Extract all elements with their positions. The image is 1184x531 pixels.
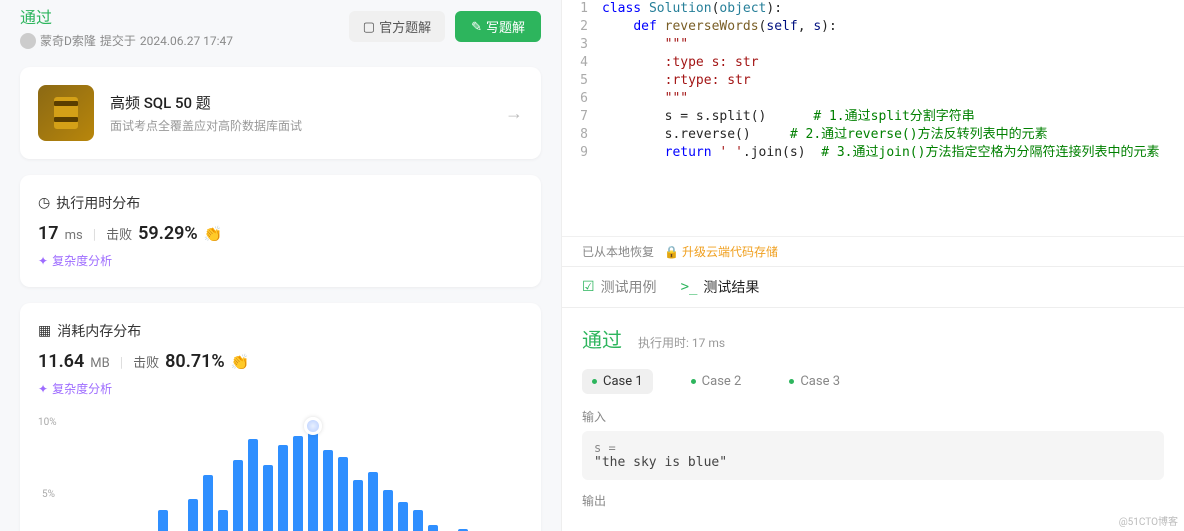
sparkle-icon: ✦ (38, 382, 48, 396)
database-icon (38, 85, 94, 141)
bar (323, 450, 333, 531)
bar (263, 465, 273, 531)
chip-icon: ▦ (38, 323, 51, 339)
tab-testcase[interactable]: ☑ 测试用例 (582, 277, 657, 297)
code-line: 5 :rtype: str (562, 72, 1184, 90)
result-status: 通过 (582, 324, 622, 353)
code-line: 4 :type s: str (562, 54, 1184, 72)
submit-info: 蒙奇D索隆 提交于 2024.06.27 17:47 (20, 32, 233, 49)
complexity-link[interactable]: ✦ 复杂度分析 (38, 252, 523, 269)
code-line: 1class Solution(object): (562, 0, 1184, 18)
code-line: 2 def reverseWords(self, s): (562, 18, 1184, 36)
complexity-link[interactable]: ✦ 复杂度分析 (38, 380, 523, 397)
clap-icon: 👏 (204, 225, 223, 243)
sparkle-icon: ✦ (38, 254, 48, 268)
clap-icon: 👏 (231, 353, 250, 371)
bar (368, 472, 378, 531)
status-dot-icon (789, 379, 794, 384)
bar (188, 499, 198, 531)
bar (338, 457, 348, 531)
memory-card: ▦ 消耗内存分布 11.64 MB | 击败 80.71% 👏 ✦ 复杂度分析 … (20, 303, 541, 531)
code-line: 8 s.reverse() # 2.通过reverse()方法反转列表中的元素 (562, 126, 1184, 144)
status-dot-icon (691, 379, 696, 384)
avatar (20, 33, 36, 49)
result-time: 执行用时: 17 ms (638, 334, 725, 351)
bar (248, 439, 258, 531)
status-dot-icon (592, 379, 597, 384)
code-editor[interactable]: 1class Solution(object):2 def reverseWor… (562, 0, 1184, 236)
tabs-bar: ☑ 测试用例 >_ 测试结果 (562, 266, 1184, 308)
upgrade-link[interactable]: 🔒 升级云端代码存储 (664, 243, 778, 260)
promo-card[interactable]: 高频 SQL 50 题 面试考点全覆盖应对高阶数据库面试 → (20, 67, 541, 159)
input-box: s = "the sky is blue" (582, 431, 1164, 480)
pen-icon: ✎ (471, 19, 482, 35)
clock-icon: ◷ (38, 195, 50, 211)
bar (233, 460, 243, 531)
case-tab[interactable]: Case 3 (779, 369, 850, 394)
bar (293, 436, 303, 531)
official-solution-button[interactable]: ▢ 官方题解 (349, 11, 445, 42)
output-label: 输出 (582, 492, 1164, 509)
code-line: 6 """ (562, 90, 1184, 108)
distribution-chart: 10% 5% 0% (38, 417, 523, 531)
restore-bar: 已从本地恢复 🔒 升级云端代码存储 (562, 236, 1184, 266)
bar (158, 510, 168, 531)
chevron-right-icon: → (505, 103, 523, 124)
runtime-card: ◷ 执行用时分布 17 ms | 击败 59.29% 👏 ✦ 复杂度分析 (20, 175, 541, 287)
code-line: 7 s = s.split() # 1.通过split分割字符串 (562, 108, 1184, 126)
case-tab[interactable]: Case 2 (681, 369, 752, 394)
promo-subtitle: 面试考点全覆盖应对高阶数据库面试 (110, 117, 302, 134)
bar (353, 480, 363, 531)
tab-result[interactable]: >_ 测试结果 (681, 277, 760, 297)
write-solution-button[interactable]: ✎ 写题解 (455, 11, 541, 42)
status-text: 通过 (20, 4, 233, 28)
bar (398, 502, 408, 531)
bar (413, 510, 423, 531)
bar (308, 433, 318, 531)
bar (383, 490, 393, 531)
input-label: 输入 (582, 408, 1164, 425)
bar (203, 475, 213, 531)
prompt-icon: >_ (681, 279, 698, 295)
bar (278, 445, 288, 531)
chart-marker (304, 417, 322, 435)
case-tab[interactable]: Case 1 (582, 369, 653, 394)
book-icon: ▢ (363, 19, 375, 35)
bar (428, 525, 438, 531)
bar (218, 510, 228, 531)
promo-title: 高频 SQL 50 题 (110, 92, 302, 113)
check-icon: ☑ (582, 279, 595, 295)
watermark: @51CTO博客 (1119, 513, 1178, 528)
result-panel: 通过 执行用时: 17 ms Case 1 Case 2 Case 3 输入 s =… (562, 308, 1184, 531)
code-line: 9 return ' '.join(s) # 3.通过join()方法指定空格为… (562, 144, 1184, 162)
lock-icon: 🔒 (664, 245, 679, 259)
code-line: 3 """ (562, 36, 1184, 54)
